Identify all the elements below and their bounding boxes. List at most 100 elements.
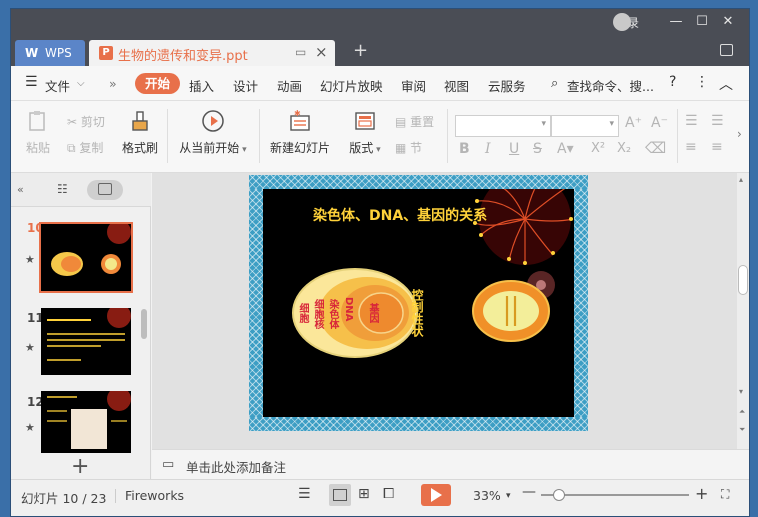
chevron-down-icon[interactable]: ▾ [506,491,511,501]
ribbon-scroll-right-icon[interactable]: › [737,127,742,141]
window-layout-icon[interactable] [720,44,733,56]
notes-toggle-icon[interactable]: ☰ [298,486,311,502]
scroll-up-icon[interactable]: ▴ [739,175,743,184]
slide-title[interactable]: 染色体、DNA、基因的关系 [313,205,487,225]
reading-view-icon[interactable]: ⧠ [383,486,394,502]
paste-button[interactable]: 粘贴 [23,109,53,156]
outline-view-icon[interactable]: ☷ [57,182,68,196]
close-icon[interactable]: ✕ [719,13,737,31]
svg-text:✱: ✱ [294,109,301,118]
collapse-panel-icon[interactable]: « [17,183,24,196]
cut-button[interactable]: ✂ 剪切 [67,113,105,130]
next-slide-icon[interactable]: ⏷ [739,425,745,435]
menu-view[interactable]: 视图 [444,76,469,95]
previous-slide-icon[interactable]: ⏶ [739,407,745,417]
menu-slideshow[interactable]: 幻灯片放映 [320,76,383,95]
menu-start[interactable]: 开始 [135,73,180,94]
zoom-in-icon[interactable]: + [695,484,708,503]
bold-icon[interactable]: B [459,141,470,157]
add-slide-icon[interactable]: + [71,454,89,479]
theme-name: Fireworks [125,488,185,503]
zoom-slider[interactable] [541,489,689,501]
collapse-ribbon-icon[interactable]: ︿ [719,74,733,94]
notes-pane[interactable]: ▭ 单击此处添加备注 [152,449,749,479]
font-grow-icon[interactable]: A⁺ [625,115,642,131]
slide-view-tab[interactable] [87,180,123,200]
search-command-input[interactable]: 查找命令、搜... [567,76,654,95]
ppt-file-icon: P [99,46,113,60]
label-nucleus: 细胞核 [312,299,323,329]
section-button[interactable]: ▦ 节 [395,139,422,156]
align-left-icon[interactable]: ≡ [685,139,697,155]
reset-button[interactable]: ▤ 重置 [395,113,434,130]
slide-thumbnail-10[interactable] [39,220,133,293]
slide-thumbnail-12[interactable] [41,387,131,453]
chevron-down-icon[interactable]: ⌵ [77,78,85,89]
search-icon[interactable]: ⌕ [551,76,558,91]
tab-close-icon[interactable]: × [315,43,328,61]
align-center-icon[interactable]: ≡ [711,139,723,155]
slide-sorter-icon[interactable]: ⊞ [358,486,370,502]
hamburger-menu-icon[interactable]: ☰ [25,74,38,90]
slide-thumbnail-11[interactable] [41,304,131,375]
menu-design[interactable]: 设计 [233,76,258,95]
tab-wps-home[interactable]: W WPS [15,40,85,66]
canvas-vertical-scrollbar[interactable]: ▴ ▾ ⏶ ⏷ [737,173,749,449]
zoom-slider-thumb[interactable] [553,489,565,501]
new-slide-button[interactable]: ✱ 新建幻灯片 [267,109,333,156]
font-family-select[interactable]: ▾ [455,115,551,137]
notes-placeholder[interactable]: 单击此处添加备注 [186,457,286,476]
superscript-icon[interactable]: X² [591,141,605,156]
maximize-icon[interactable]: ☐ [693,13,711,31]
slide-editing-canvas[interactable]: 染色体、DNA、基因的关系 细胞 细胞核 染色体 DNA 基因 控制性状 [152,173,737,449]
slideshow-play-button[interactable] [421,484,451,506]
clear-format-icon[interactable]: ⌫ [645,139,666,157]
slide-11-preview [41,304,131,375]
slide-view-icon [98,183,112,195]
minimize-icon[interactable]: — [667,13,685,31]
numbered-list-icon[interactable]: ☰ [711,113,724,129]
subscript-icon[interactable]: X₂ [617,141,631,156]
menu-animation[interactable]: 动画 [277,76,302,95]
format-painter-button[interactable]: 格式刷 [119,109,161,156]
zoom-out-icon[interactable]: — [522,484,536,500]
more-icon[interactable]: ⋮ [695,74,709,90]
strikethrough-icon[interactable]: S [533,141,542,157]
ribbon-divider [167,109,168,163]
copy-button[interactable]: ⧉ 复制 [67,139,103,156]
tab-document[interactable]: P 生物的遗传和变异.ppt ▭ × [89,40,335,66]
bullet-list-icon[interactable]: ☰ [685,113,698,129]
slide-content: 染色体、DNA、基因的关系 细胞 细胞核 染色体 DNA 基因 控制性状 [263,189,574,417]
cut-label: 剪切 [80,115,105,129]
current-slide[interactable]: 染色体、DNA、基因的关系 细胞 细胞核 染色体 DNA 基因 控制性状 [249,175,588,431]
layout-button[interactable]: 版式 ▾ [345,109,385,156]
menu-file[interactable]: 文件 [45,76,70,95]
ribbon-toolbar: 粘贴 ✂ 剪切 ⧉ 复制 格式刷 从当前开始 ▾ ✱ 新建幻灯片 版式 ▾ ▤ [11,101,749,173]
menu-bar: ☰ 文件 ⌵ » 开始 插入 设计 动画 幻灯片放映 审阅 视图 云服务 ⌕ 查… [11,66,749,101]
user-avatar-icon[interactable] [613,13,631,31]
italic-icon[interactable]: I [485,141,491,157]
new-tab-icon[interactable]: + [353,40,368,61]
menu-review[interactable]: 审阅 [401,76,426,95]
font-size-select[interactable]: ▾ [551,115,619,137]
font-shrink-icon[interactable]: A⁻ [651,115,668,131]
collapse-arrows-icon[interactable]: » [109,76,117,91]
play-icon [202,110,224,132]
normal-view-button[interactable] [329,484,351,506]
format-painter-label: 格式刷 [121,141,158,155]
menu-insert[interactable]: 插入 [189,76,214,95]
help-icon[interactable]: ? [669,74,676,90]
tab-bar: W WPS P 生物的遗传和变异.ppt ▭ × + [11,36,749,66]
menu-cloud[interactable]: 云服务 [488,76,526,95]
font-color-icon[interactable]: A▾ [557,141,574,157]
scroll-down-icon[interactable]: ▾ [739,387,743,396]
fit-window-icon[interactable]: ⛶ [721,487,729,502]
canvas-scrollbar-thumb[interactable] [738,265,748,295]
underline-icon[interactable]: U [509,141,519,157]
panel-scrollbar-thumb[interactable] [141,309,147,339]
panel-scrollbar[interactable] [141,213,147,451]
notes-icon: ▭ [162,457,175,472]
play-from-current-button[interactable]: 从当前开始 ▾ [177,109,249,156]
zoom-level[interactable]: 33% [473,488,501,503]
monitor-icon[interactable]: ▭ [295,45,306,59]
